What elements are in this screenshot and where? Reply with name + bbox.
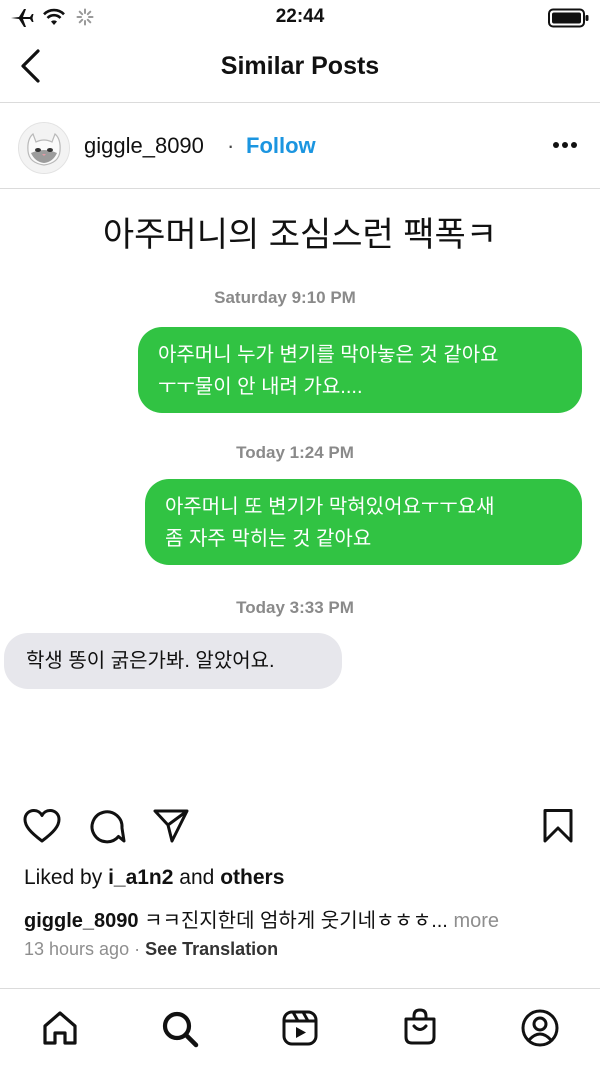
battery-icon	[548, 8, 589, 28]
likes-prefix: Liked by	[24, 866, 103, 889]
share-icon[interactable]	[152, 808, 190, 844]
message-timestamp: Today 1:24 PM	[236, 443, 354, 462]
status-time: 22:44	[275, 6, 325, 27]
page-title: Similar Posts	[220, 52, 380, 80]
message-timestamp: Today 3:33 PM	[236, 598, 354, 617]
search-icon[interactable]	[160, 1009, 200, 1049]
follow-button[interactable]: Follow	[246, 133, 316, 159]
home-icon[interactable]	[41, 1009, 79, 1047]
separator-dot: ·	[227, 133, 235, 158]
likes-user[interactable]: i_a1n2	[108, 866, 173, 889]
reels-icon[interactable]	[281, 1009, 319, 1047]
meta-separator: ·	[134, 939, 141, 959]
caption: giggle_8090 ㅋㅋ진지한데 엄하게 웃기네ㅎㅎㅎ... more	[24, 904, 499, 933]
save-bookmark-icon[interactable]	[542, 808, 574, 844]
comment-icon[interactable]	[88, 807, 126, 845]
received-message-bubble: 학생 똥이 굵은가봐. 알았어요.	[4, 633, 342, 689]
post-time-ago: 13 hours ago	[24, 939, 130, 959]
sent-message-bubble: 아주머니 또 변기가 막혀있어요ㅜㅜ요새 좀 자주 막히는 것 같아요	[145, 479, 582, 565]
message-line: 좀 자주 막히는 것 같아요	[165, 528, 372, 550]
sent-message-bubble: 아주머니 누가 변기를 막아놓은 것 같아요 ㅜㅜ물이 안 내려 가요....	[138, 327, 582, 413]
message-line: 아주머니 누가 변기를 막아놓은 것 같아요	[158, 344, 499, 366]
status-bar: 22:44	[0, 0, 600, 34]
caption-more-link[interactable]: more	[453, 910, 499, 932]
shop-icon[interactable]	[401, 1007, 439, 1047]
caption-username[interactable]: giggle_8090	[24, 910, 139, 932]
nav-divider	[0, 102, 600, 103]
caption-text: ㅋㅋ진지한데 엄하게 웃기네ㅎㅎㅎ...	[144, 910, 448, 932]
tab-bar	[0, 989, 600, 1067]
more-options-icon[interactable]	[552, 141, 578, 149]
likes-and: and	[179, 866, 215, 889]
like-heart-icon[interactable]	[22, 808, 62, 844]
post-meta: 13 hours ago · See Translation	[24, 939, 278, 960]
message-line: 아주머니 또 변기가 막혀있어요ㅜㅜ요새	[165, 496, 495, 518]
post-image[interactable]: 아주머니의 조심스런 팩폭ㅋ Saturday 9:10 PM 아주머니 누가 …	[0, 189, 600, 789]
message-line: 학생 똥이 굵은가봐. 알았어요.	[26, 650, 275, 672]
likes-others[interactable]: others	[220, 866, 284, 889]
avatar[interactable]	[18, 122, 70, 174]
see-translation-link[interactable]: See Translation	[145, 939, 278, 959]
profile-icon[interactable]	[520, 1008, 560, 1048]
post-username[interactable]: giggle_8090	[84, 133, 204, 159]
message-line: ㅜㅜ물이 안 내려 가요....	[158, 376, 363, 398]
image-headline: 아주머니의 조심스런 팩폭ㅋ	[102, 216, 498, 254]
message-timestamp: Saturday 9:10 PM	[214, 288, 356, 307]
likes-line[interactable]: Liked by i_a1n2 and others	[24, 866, 284, 890]
